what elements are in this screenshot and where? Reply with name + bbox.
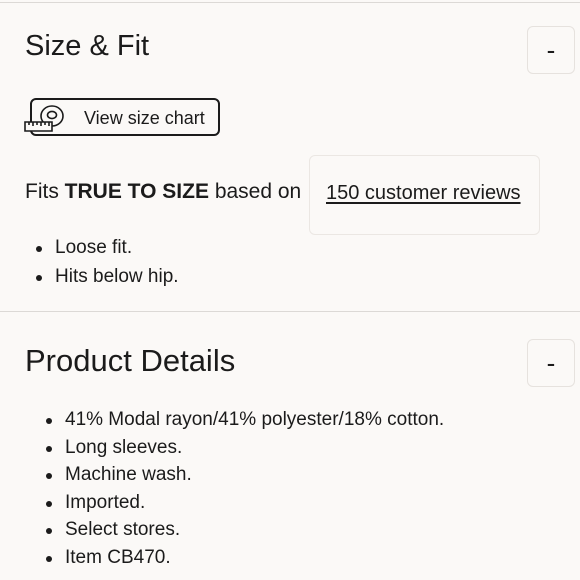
list-item: Select stores. <box>35 518 444 546</box>
reviews-box: 150 customer reviews <box>309 155 540 235</box>
fit-bullet-list: Loose fit. Hits below hip. <box>25 236 179 294</box>
top-divider <box>0 2 580 3</box>
product-details-collapse-button[interactable]: - <box>527 339 575 387</box>
customer-reviews-link[interactable]: 150 customer reviews <box>326 182 521 205</box>
measuring-tape-icon <box>24 105 64 132</box>
size-fit-title: Size & Fit <box>25 30 150 62</box>
list-item: Loose fit. <box>25 236 179 265</box>
product-details-bullet-list: 41% Modal rayon/41% polyester/18% cotton… <box>35 408 444 574</box>
list-item: Machine wash. <box>35 463 444 491</box>
list-item: Long sleeves. <box>35 436 444 464</box>
view-size-chart-button[interactable]: View size chart <box>24 98 220 136</box>
fits-prefix: Fits <box>25 180 59 203</box>
product-details-title: Product Details <box>25 343 236 378</box>
list-item: Hits below hip. <box>25 265 179 294</box>
list-item: 41% Modal rayon/41% polyester/18% cotton… <box>35 408 444 436</box>
fits-suffix: based on <box>214 180 302 203</box>
fit-summary: Fits TRUE TO SIZE based on <box>25 180 301 204</box>
view-size-chart-label: View size chart <box>84 108 205 128</box>
list-item: Imported. <box>35 491 444 519</box>
list-item: Item CB470. <box>35 546 444 574</box>
fits-value: TRUE TO SIZE <box>64 180 209 203</box>
size-fit-collapse-button[interactable]: - <box>527 26 575 74</box>
section-divider <box>0 311 580 312</box>
